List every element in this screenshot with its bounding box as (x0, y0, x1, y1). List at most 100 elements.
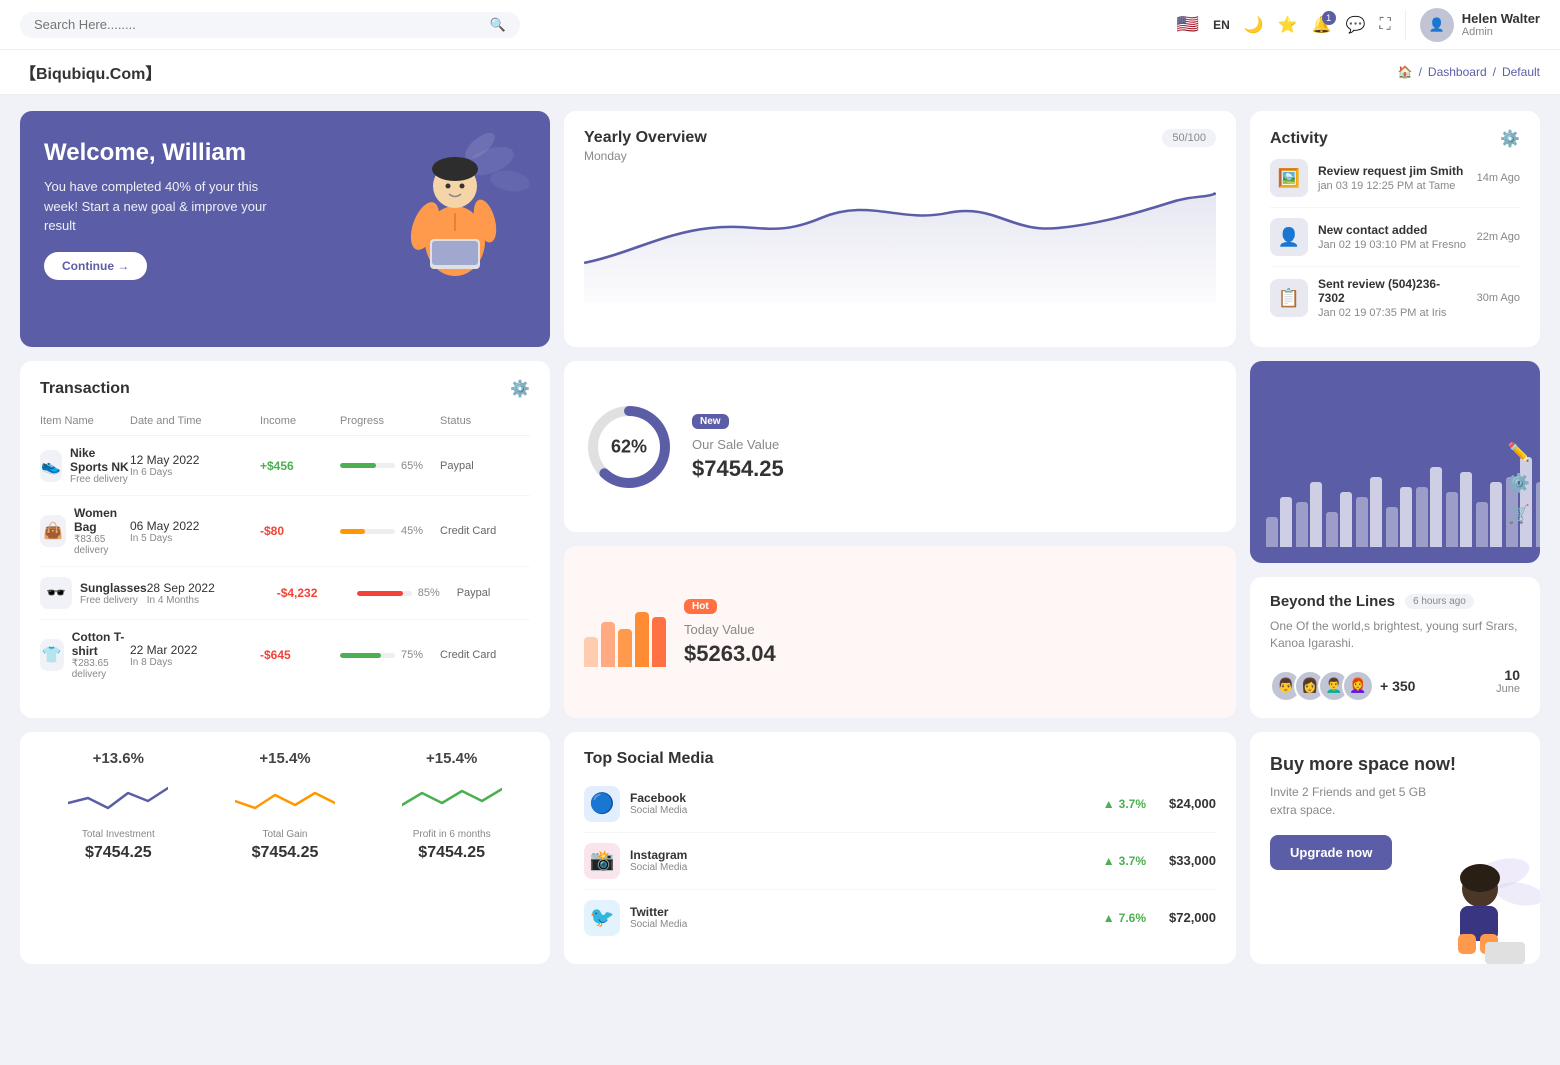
chart-bar (1280, 497, 1292, 547)
search-box[interactable]: 🔍 (20, 12, 520, 38)
beyond-description: One Of the world,s brightest, young surf… (1270, 618, 1520, 652)
social-row: 🔵 Facebook Social Media ▲ 3.7% $24,000 (584, 776, 1216, 833)
main-content: Welcome, William You have completed 40% … (0, 95, 1560, 980)
sparkline-1 (235, 773, 335, 823)
avatar-4: 👩‍🦰 (1342, 670, 1374, 702)
date-cell-1: 06 May 2022 In 5 Days (130, 519, 260, 544)
notification-icon[interactable]: 🔔 1 (1312, 15, 1332, 35)
breadcrumb-default: Default (1502, 65, 1540, 79)
progress-cell-3: 75% (340, 649, 440, 661)
pct-label-3: 75% (401, 649, 423, 661)
lang-button[interactable]: EN (1213, 18, 1230, 32)
activity-thumb-0: 🖼️ (1270, 159, 1308, 197)
chart-bar (1460, 472, 1472, 547)
item-icon-0: 👟 (40, 450, 62, 482)
upgrade-button[interactable]: Upgrade now (1270, 835, 1392, 870)
activity-header: Activity ⚙️ (1270, 129, 1520, 149)
bar-group (1416, 467, 1442, 547)
chart-bar (1430, 467, 1442, 547)
stat-item-1: +15.4% Total Gain $7454.25 (207, 750, 364, 862)
social-amount-2: $72,000 (1156, 910, 1216, 925)
social-list: 🔵 Facebook Social Media ▲ 3.7% $24,000 📸… (584, 776, 1216, 946)
chart-shop-icon[interactable]: 🛒 (1508, 504, 1530, 525)
item-sub-1: ₹83.65 delivery (74, 534, 130, 556)
status-cell-1: Credit Card (440, 525, 530, 537)
breadcrumb-dashboard[interactable]: Dashboard (1428, 65, 1487, 79)
message-icon[interactable]: 💬 (1346, 15, 1366, 35)
chart-edit-icon[interactable]: ✏️ (1508, 442, 1530, 463)
activity-thumb-2: 📋 (1270, 279, 1308, 317)
user-info[interactable]: 👤 Helen Walter Admin (1420, 8, 1540, 42)
status-cell-3: Credit Card (440, 649, 530, 661)
income-cell-0: +$456 (260, 459, 340, 473)
bar-chart-container (1266, 377, 1524, 547)
stat-pct-0: +13.6% (93, 750, 144, 767)
activity-time-2: 30m Ago (1477, 292, 1520, 304)
fullscreen-icon[interactable]: ⛶ (1380, 16, 1391, 34)
progress-bar-1 (340, 529, 395, 534)
brand-title: 【Biqubiqu.Com】 (20, 60, 161, 84)
event-date-group: 10 June (1496, 667, 1520, 695)
growth-value-0: 3.7% (1119, 797, 1146, 811)
chart-bar (1476, 502, 1488, 547)
search-input[interactable] (34, 17, 482, 32)
beyond-footer: 👨 👩 👨‍🦱 👩‍🦰 + 350 10 June (1270, 660, 1520, 702)
stat-item-0: +13.6% Total Investment $7454.25 (40, 750, 197, 862)
col-income: Income (260, 415, 340, 427)
item-cell-2: 🕶️ Sunglasses Free delivery (40, 577, 147, 609)
continue-button[interactable]: Continue → (44, 252, 147, 280)
sale-value-card: 62% New Our Sale Value $7454.25 (564, 361, 1236, 532)
item-sub-2: Free delivery (80, 595, 147, 606)
chart-gear-icon[interactable]: ⚙️ (1508, 473, 1530, 494)
activity-text-0: Review request jim Smith jan 03 19 12:25… (1318, 164, 1467, 192)
item-name-3: Cotton T-shirt (72, 630, 130, 658)
stat-label-1: Total Gain (262, 829, 307, 840)
social-media-title: Top Social Media (584, 750, 1216, 768)
chart-bar (1446, 492, 1458, 547)
progress-cell-0: 65% (340, 460, 440, 472)
home-icon[interactable]: 🏠 (1398, 65, 1413, 79)
date-main-0: 12 May 2022 (130, 453, 260, 467)
today-value-bars (584, 597, 666, 667)
chart-bar (1326, 512, 1338, 547)
beyond-title: Beyond the Lines (1270, 593, 1395, 610)
transaction-gear-icon[interactable]: ⚙️ (510, 379, 530, 399)
star-icon[interactable]: ⭐ (1278, 15, 1298, 35)
activity-gear-icon[interactable]: ⚙️ (1500, 129, 1520, 149)
social-type-1: Social Media (630, 862, 1093, 873)
social-type-0: Social Media (630, 805, 1093, 816)
stat-pct-1: +15.4% (259, 750, 310, 767)
col-date: Date and Time (130, 415, 260, 427)
item-sub-3: ₹283.65 delivery (72, 658, 130, 680)
event-date-month: June (1496, 683, 1520, 695)
growth-arrow-icon-0: ▲ (1103, 797, 1115, 811)
activity-text-2: Sent review (504)236-7302 Jan 02 19 07:3… (1318, 277, 1467, 319)
social-amount-0: $24,000 (1156, 796, 1216, 811)
avatar: 👤 (1420, 8, 1454, 42)
dark-mode-icon[interactable]: 🌙 (1244, 15, 1264, 35)
social-emoji-1: 📸 (590, 848, 615, 873)
stat-value-0: $7454.25 (85, 844, 152, 862)
date-sub-1: In 5 Days (130, 533, 260, 544)
activity-thumb-1: 👤 (1270, 218, 1308, 256)
progress-cell-1: 45% (340, 525, 440, 537)
activity-card: Activity ⚙️ 🖼️ Review request jim Smith … (1250, 111, 1540, 347)
status-cell-0: Paypal (440, 460, 530, 472)
today-hot-badge: Hot (684, 599, 717, 614)
growth-arrow-icon-1: ▲ (1103, 854, 1115, 868)
beyond-lines-card: Beyond the Lines 6 hours ago One Of the … (1250, 577, 1540, 718)
sparkline-2 (402, 773, 502, 823)
sale-donut-chart: 62% (584, 402, 674, 492)
bar-group (1326, 492, 1352, 547)
activity-desc-1: Jan 02 19 03:10 PM at Fresno (1318, 239, 1467, 251)
today-value-amount: $5263.04 (684, 641, 1216, 667)
growth-value-2: 7.6% (1119, 911, 1146, 925)
upgrade-card: Buy more space now! Invite 2 Friends and… (1250, 732, 1540, 964)
nav-right: 🇺🇸 EN 🌙 ⭐ 🔔 1 💬 ⛶ 👤 Helen Walter Admin (1177, 8, 1540, 42)
col-status: Status (440, 415, 530, 427)
flag-icon: 🇺🇸 (1177, 14, 1199, 35)
date-cell-0: 12 May 2022 In 6 Days (130, 453, 260, 478)
sale-new-badge: New (692, 414, 729, 429)
item-cell-3: 👕 Cotton T-shirt ₹283.65 delivery (40, 630, 130, 680)
user-role: Admin (1462, 26, 1540, 38)
